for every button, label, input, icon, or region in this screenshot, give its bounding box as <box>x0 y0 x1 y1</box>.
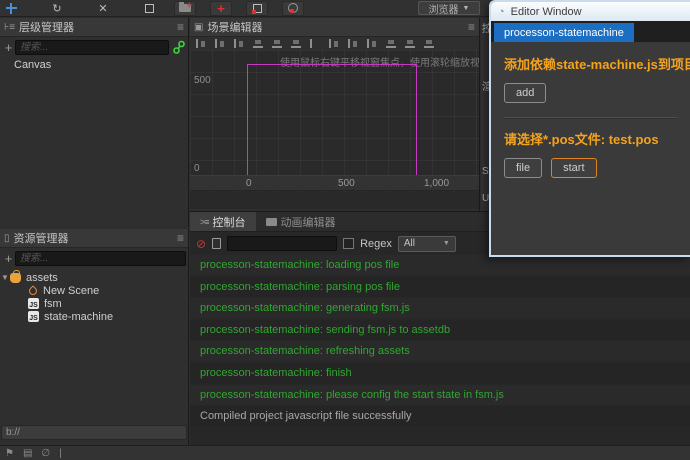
dependency-instruction: 添加依赖state-machine.js到项目 <box>504 57 690 72</box>
link-icon[interactable] <box>172 40 186 55</box>
align-middle-icon[interactable] <box>272 39 282 48</box>
regex-label: Regex <box>360 237 392 250</box>
align-right-icon[interactable] <box>234 39 244 48</box>
assets-header[interactable]: ▯ 资源管理器 ≡ <box>0 229 188 248</box>
editor-window-titlebar[interactable]: ◔ Editor Window <box>491 2 690 21</box>
pin-icon[interactable]: ⚑ <box>5 448 14 459</box>
distribute-bottom-icon[interactable] <box>424 39 434 48</box>
editor-window-tabbar: processon-statemachine <box>491 21 690 42</box>
tree-item-state-machine[interactable]: JS state-machine <box>0 310 188 323</box>
tree-item-fsm[interactable]: JS fsm <box>0 297 188 310</box>
scene-icon: ▣ <box>194 21 204 33</box>
caret-down-icon[interactable]: ▼ <box>0 273 10 282</box>
scene-file-icon <box>27 284 39 297</box>
tree-item-new-scene[interactable]: New Scene <box>0 284 188 297</box>
console-tab-icon: >≡ <box>200 216 209 227</box>
rect-tool-icon[interactable] <box>138 1 160 16</box>
align-bottom-icon[interactable] <box>291 39 301 48</box>
pos-file-instruction: 请选择*.pos文件: test.pos <box>504 132 659 147</box>
chevron-down-icon: ▼ <box>462 4 470 12</box>
start-button[interactable]: start <box>551 158 597 178</box>
panel-menu-icon[interactable]: ≡ <box>177 20 184 34</box>
folder-bag-icon <box>10 269 21 283</box>
console-log-list: processon-statemachine: loading pos file… <box>190 255 690 427</box>
log-row[interactable]: processon-statemachine: loading pos file <box>190 255 690 275</box>
log-row[interactable]: processon-statemachine: please config th… <box>190 384 690 405</box>
tree-item-assets[interactable]: ▼ assets <box>0 269 188 284</box>
file-button[interactable]: file <box>504 158 543 178</box>
preview-target-dropdown[interactable]: 浏览器 ▼ <box>418 1 480 16</box>
clear-console-icon[interactable]: ⊘ <box>196 237 206 251</box>
log-row[interactable]: processon-statemachine: refreshing asset… <box>190 341 690 362</box>
assets-tree: ▼ assets New Scene JS fsm JS state-machi… <box>0 269 188 323</box>
chevron-down-icon: ▼ <box>442 240 450 247</box>
log-row[interactable]: Compiled project javascript file success… <box>190 406 690 427</box>
js-file-icon: JS <box>28 311 39 322</box>
scene-viewport[interactable]: 使用鼠标右键平移视窗焦点，使用滚轮缩放视图 500 0 0 500 1,000 <box>190 50 479 209</box>
assets-icon: ▯ <box>4 232 10 244</box>
ruler-y-500: 500 <box>194 75 211 86</box>
distribute-top-icon[interactable] <box>386 39 396 48</box>
js-file-icon: JS <box>28 298 39 309</box>
distribute-left-icon[interactable] <box>329 39 339 48</box>
scale-tool-icon[interactable]: ✕ <box>92 1 114 16</box>
ruler-x: 0 500 1,000 <box>190 175 479 191</box>
align-left-icon[interactable] <box>196 39 206 48</box>
align-center-h-icon[interactable] <box>215 39 225 48</box>
open-log-file-icon[interactable] <box>212 238 222 249</box>
hierarchy-search-input[interactable] <box>15 40 169 55</box>
hierarchy-title: 层级管理器 <box>19 22 75 34</box>
database-icon[interactable]: ▤ <box>23 448 32 459</box>
panel-menu-icon[interactable]: ≡ <box>468 20 475 34</box>
move-tool-icon[interactable] <box>0 1 22 16</box>
add-button[interactable]: add <box>504 83 547 103</box>
tab-processon-statemachine[interactable]: processon-statemachine <box>494 23 634 42</box>
log-row[interactable]: processon-statemachine: parsing pos file <box>190 276 690 297</box>
scene-header[interactable]: ▣ 场景编辑器 ≡ <box>190 18 479 37</box>
cursor-bar: | <box>59 447 62 459</box>
assets-search-input[interactable] <box>15 251 186 266</box>
eye-off-icon[interactable]: ∅ <box>41 448 50 459</box>
tab-console[interactable]: >≡ 控制台 <box>190 212 256 231</box>
regex-checkbox[interactable] <box>343 238 355 249</box>
window-icon: ◔ <box>498 5 505 18</box>
distribute-center-h-icon[interactable] <box>348 39 358 48</box>
ruler-y-0: 0 <box>194 163 200 174</box>
scene-panel: ▣ 场景编辑器 ≡ 使用鼠标右键平移视窗焦点，使用滚轮缩放视图 500 0 0 … <box>190 18 480 211</box>
anchor-tool-icon[interactable] <box>246 0 268 16</box>
editor-window-title: Editor Window <box>510 5 582 18</box>
log-row[interactable]: processon-statemachine: generating fsm.j… <box>190 298 690 319</box>
separator-icon <box>310 39 320 48</box>
status-bar: ⚑ ▤ ∅ | <box>0 445 690 460</box>
add-node-icon[interactable] <box>174 0 196 16</box>
add-component-icon[interactable]: + <box>210 0 232 16</box>
scene-title: 场景编辑器 <box>207 22 263 34</box>
animation-tab-icon <box>265 217 277 226</box>
distribute-middle-icon[interactable] <box>405 39 415 48</box>
canvas-bounds[interactable] <box>247 64 417 176</box>
assets-path-bar: b:// <box>1 425 187 440</box>
hierarchy-header[interactable]: ⊦≡ 层级管理器 ≡ <box>0 18 188 37</box>
align-top-icon[interactable] <box>253 39 263 48</box>
viewport-footer <box>190 192 479 209</box>
create-asset-button[interactable]: + <box>2 251 15 266</box>
log-level-dropdown[interactable]: All ▼ <box>397 235 456 252</box>
create-node-button[interactable]: + <box>2 40 15 55</box>
panel-menu-icon[interactable]: ≡ <box>177 231 184 245</box>
assets-panel: ▯ 资源管理器 ≡ + ▼ assets New Scene JS fsm JS… <box>0 229 189 445</box>
pivot-tool-icon[interactable] <box>282 0 304 16</box>
hierarchy-icon: ⊦≡ <box>4 21 16 33</box>
tab-animation-editor[interactable]: 动画编辑器 <box>256 212 346 231</box>
assets-title: 资源管理器 <box>13 233 69 245</box>
hierarchy-node-canvas[interactable]: Canvas <box>0 58 188 71</box>
rotate-tool-icon[interactable]: ↻ <box>46 1 68 16</box>
align-toolbar <box>190 37 479 50</box>
hierarchy-panel: ⊦≡ 层级管理器 ≡ + Canvas <box>0 18 189 227</box>
log-row[interactable]: processon-statemachine: finish <box>190 362 690 383</box>
distribute-right-icon[interactable] <box>367 39 377 48</box>
editor-window: ◔ Editor Window processon-statemachine 添… <box>489 0 690 257</box>
divider <box>504 117 677 119</box>
console-filter-input[interactable] <box>227 236 338 251</box>
log-row[interactable]: processon-statemachine: sending fsm.js t… <box>190 319 690 340</box>
